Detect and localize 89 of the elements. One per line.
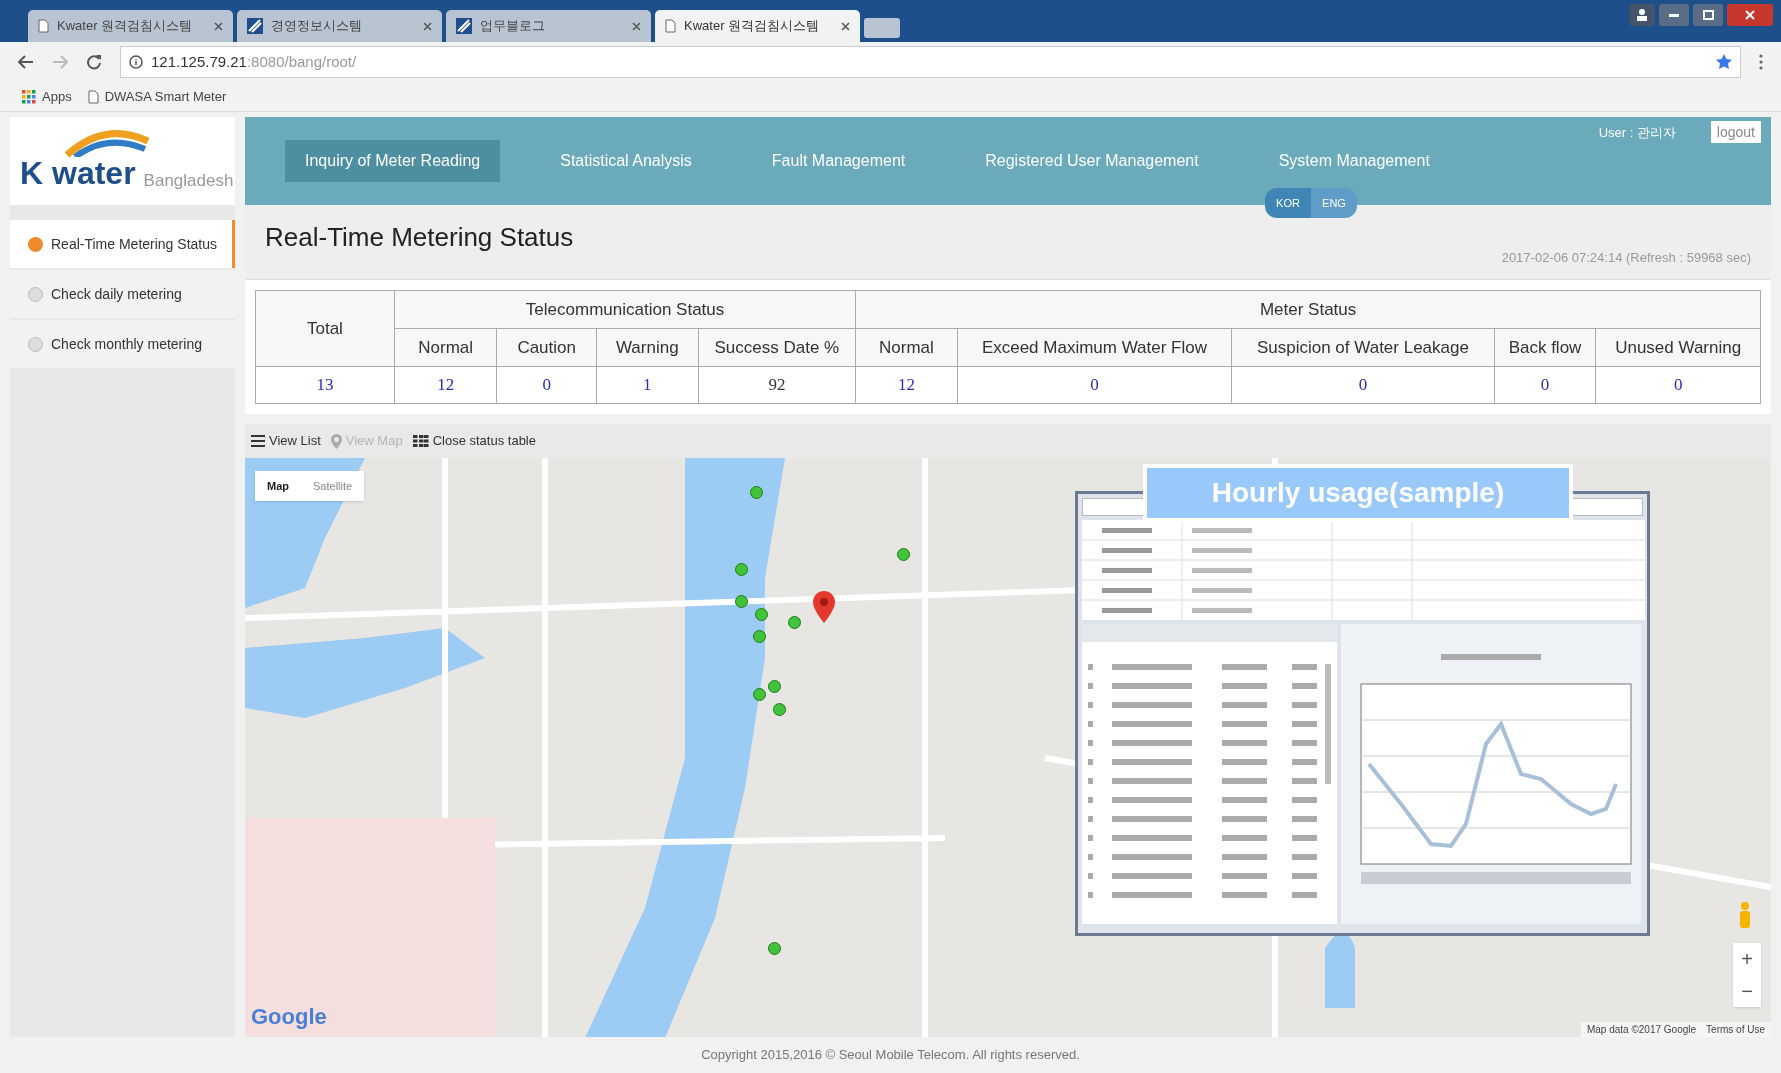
browser-tab[interactable]: Kwater 원격검침시스템	[655, 10, 860, 42]
table-header: Normal	[394, 328, 497, 367]
tab-title: Kwater 원격검침시스템	[684, 17, 821, 36]
sidebar-item[interactable]: Check daily metering	[10, 270, 235, 318]
browser-tab[interactable]: 업무블로그	[446, 10, 651, 42]
star-icon[interactable]	[1716, 54, 1732, 70]
table-header: Back flow	[1494, 328, 1596, 367]
count-link[interactable]: 12	[394, 366, 497, 404]
minimize-button[interactable]	[1659, 4, 1689, 26]
tab-title: Kwater 원격검침시스템	[57, 17, 194, 36]
table-header: Normal	[855, 328, 958, 367]
map-pin-icon[interactable]	[813, 591, 835, 623]
count-link[interactable]: 0	[957, 366, 1232, 404]
table-header: Total	[255, 290, 395, 367]
browser-tab[interactable]: 경영정보시스템	[237, 10, 442, 42]
page-icon	[87, 89, 99, 104]
reload-icon[interactable]	[86, 54, 102, 70]
toolbar-button[interactable]: Close status table	[412, 431, 536, 451]
app-icon	[456, 18, 472, 34]
browser-tab[interactable]: Kwater 원격검침시스템	[28, 10, 233, 42]
close-icon	[1745, 10, 1755, 20]
meter-marker-icon[interactable]	[788, 616, 801, 629]
zoom-out-button[interactable]: −	[1733, 975, 1761, 1007]
count-link[interactable]: 0	[1595, 366, 1761, 404]
info-icon	[129, 55, 143, 69]
count-link[interactable]: 0	[1231, 366, 1495, 404]
table-header: Warning	[596, 328, 699, 367]
count-link[interactable]: 12	[855, 366, 958, 404]
tab-title: 경영정보시스템	[271, 17, 363, 36]
grid-icon	[412, 435, 429, 447]
google-logo: Google	[251, 1003, 327, 1031]
page-icon	[665, 19, 676, 33]
pin-icon	[330, 433, 342, 449]
nav-tab[interactable]: Inquiry of Meter Reading	[285, 140, 501, 182]
minimize-icon	[1669, 13, 1679, 17]
logo-arc-icon	[65, 127, 150, 157]
back-arrow-icon[interactable]	[18, 55, 34, 69]
close-window-button[interactable]	[1727, 4, 1773, 26]
meter-marker-icon[interactable]	[773, 703, 786, 716]
sidebar-item[interactable]: Check monthly metering	[10, 320, 235, 368]
meter-marker-icon[interactable]	[768, 942, 781, 955]
copyright-text: Copyright 2015,2016 © Seoul Mobile Telecom. All rights reserved.	[701, 1046, 1080, 1065]
map-type-button[interactable]: Satellite	[301, 471, 365, 501]
app-icon	[247, 18, 263, 34]
table-header: Success Date %	[698, 328, 856, 367]
logout-button[interactable]: logout	[1710, 121, 1761, 143]
table-header: Telecommunication Status	[394, 290, 856, 329]
maximize-button[interactable]	[1693, 4, 1723, 26]
menu-icon[interactable]	[1759, 54, 1763, 70]
meter-marker-icon[interactable]	[897, 548, 910, 561]
close-icon[interactable]	[423, 21, 432, 31]
logo[interactable]: K water Bangladesh	[10, 117, 235, 205]
close-icon[interactable]	[632, 21, 641, 31]
bookmark-link[interactable]: DWASA Smart Meter	[87, 86, 227, 107]
terms-link[interactable]: Terms of Use	[1706, 1022, 1765, 1037]
list-icon	[251, 435, 265, 447]
url-text: 121.125.79.21:8080/bang/root/	[151, 51, 358, 72]
map-attribution: Map data ©2017 Google	[1586, 1023, 1697, 1037]
close-icon[interactable]	[841, 21, 850, 31]
profile-button[interactable]	[1629, 4, 1655, 26]
page-title: Real-Time Metering Status	[265, 221, 574, 254]
zoom-in-button[interactable]: +	[1733, 943, 1761, 975]
refresh-timestamp: 2017-02-06 07:24:14 (Refresh : 59968 sec)	[1501, 248, 1751, 267]
table-header: Unused Warning	[1595, 328, 1761, 367]
table-cell: 92	[698, 366, 856, 404]
table-header: Exceed Maximum Water Flow	[957, 328, 1232, 367]
count-link[interactable]: 13	[255, 366, 395, 404]
map-view[interactable]: Map Satellite Hourly usage(sample) + − Google Map data ©2017 Google Terms of Use	[245, 458, 1771, 1037]
person-icon	[1637, 9, 1647, 21]
maximize-icon	[1702, 10, 1714, 20]
table-header: Caution	[496, 328, 597, 367]
bookmark-link[interactable]: Apps	[22, 86, 72, 107]
table-header: Meter Status	[855, 290, 1761, 329]
sidebar-item[interactable]: Real-Time Metering Status	[10, 220, 235, 268]
page-icon	[38, 19, 49, 33]
chart-title-banner: Hourly usage(sample)	[1143, 464, 1573, 522]
count-link[interactable]: 0	[1494, 366, 1596, 404]
map-type-button[interactable]: Map	[255, 471, 301, 501]
language-toggle[interactable]: KOR	[1265, 188, 1311, 218]
apps-grid-icon	[22, 89, 36, 104]
table-header: Suspicion of Water Leakage	[1231, 328, 1495, 367]
count-link[interactable]: 1	[596, 366, 699, 404]
user-label: User : 관리자	[1598, 124, 1676, 142]
toolbar-button[interactable]: View List	[251, 431, 321, 451]
tab-title: 업무블로그	[480, 17, 546, 36]
count-link[interactable]: 0	[496, 366, 597, 404]
close-icon[interactable]	[214, 21, 223, 31]
meter-marker-icon[interactable]	[768, 680, 781, 693]
address-field[interactable]: 121.125.79.21:8080/bang/root/	[120, 46, 1741, 78]
